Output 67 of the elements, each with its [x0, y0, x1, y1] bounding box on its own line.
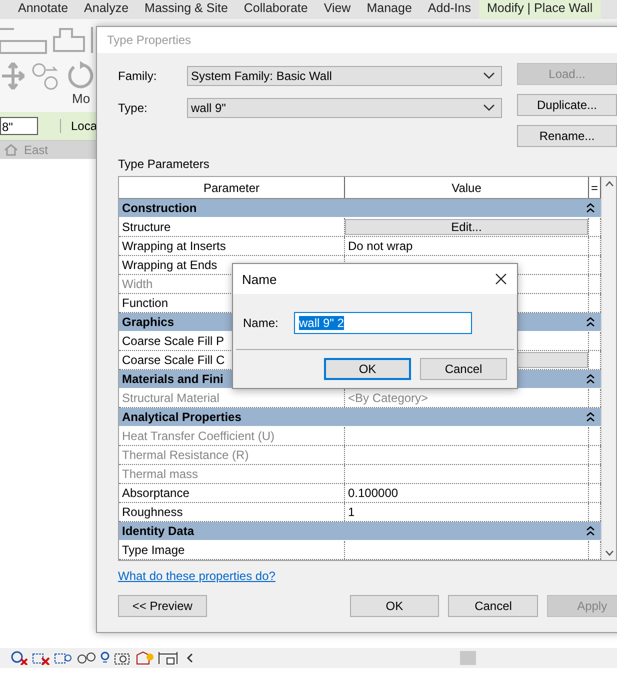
- group-name: Analytical Properties: [122, 410, 242, 424]
- ribbon-tab[interactable]: Annotate: [10, 0, 76, 19]
- filter-icon[interactable]: [32, 651, 50, 665]
- panel-label: Mo: [72, 91, 90, 106]
- collapse-icon[interactable]: [586, 526, 596, 536]
- table-cell: Thermal Resistance (R): [119, 446, 345, 464]
- link-icon[interactable]: [54, 651, 72, 665]
- ribbon-tab[interactable]: Collaborate: [236, 0, 316, 19]
- building-icon[interactable]: [136, 651, 154, 665]
- ribbon-tab[interactable]: View: [316, 0, 359, 19]
- group-name: Materials and Fini: [122, 372, 224, 386]
- group-name: Construction: [122, 201, 197, 215]
- collapse-icon[interactable]: [586, 317, 596, 327]
- close-icon[interactable]: [495, 273, 507, 285]
- table-cell-text: Do not wrap: [347, 239, 413, 253]
- group-name: Graphics: [122, 315, 174, 329]
- dialog-button[interactable]: OK: [350, 595, 440, 617]
- preview-button[interactable]: << Preview: [118, 595, 207, 617]
- table-cell: Type Image: [119, 541, 345, 559]
- camera-icon[interactable]: [114, 651, 132, 665]
- table-cell-text: 0.100000: [347, 486, 398, 500]
- glasses-icon[interactable]: [76, 651, 96, 665]
- table-cell: Roughness: [119, 503, 345, 521]
- house-icon: [4, 144, 18, 156]
- group-header[interactable]: Construction: [119, 199, 602, 218]
- ribbon-tab[interactable]: Manage: [358, 0, 420, 19]
- table-cell: Heat Transfer Coefficient (U): [119, 427, 345, 445]
- scrollbar[interactable]: [601, 177, 616, 560]
- collapse-icon[interactable]: [586, 374, 596, 384]
- dialog-button[interactable]: Rename...: [517, 125, 617, 147]
- dialog-button[interactable]: Cancel: [420, 358, 507, 380]
- table-cell: Wrapping at Inserts: [119, 237, 345, 255]
- column-header[interactable]: Parameter: [119, 177, 345, 198]
- input-field[interactable]: 8": [0, 117, 38, 135]
- table-cell-text: 1: [347, 505, 355, 519]
- field-label: Name:: [243, 316, 280, 330]
- ribbon-tab[interactable]: Modify | Place Wall: [479, 0, 601, 19]
- help-link[interactable]: What do these properties do?: [118, 569, 276, 583]
- collapse-icon[interactable]: [586, 203, 596, 213]
- collapse-icon[interactable]: [586, 412, 596, 422]
- group-header[interactable]: Identity Data: [119, 522, 602, 541]
- dialog-button[interactable]: Duplicate...: [517, 94, 617, 116]
- table-cell: Thermal mass: [119, 465, 345, 483]
- group-header[interactable]: Analytical Properties: [119, 408, 602, 427]
- scroll-thumb[interactable]: [460, 651, 476, 665]
- field-label: Family:: [118, 69, 158, 83]
- name-input-field[interactable]: wall 9" 2: [294, 312, 472, 334]
- dropdown-field[interactable]: System Family: Basic Wall: [187, 66, 502, 86]
- dialog-button[interactable]: Cancel: [448, 595, 538, 617]
- table-cell: Absorptance: [119, 484, 345, 502]
- dropdown-field[interactable]: wall 9": [187, 98, 502, 118]
- ribbon-tab[interactable]: Add-Ins: [420, 0, 479, 19]
- value-button[interactable]: Edit...: [345, 219, 588, 235]
- view-tab-label: East: [24, 143, 48, 157]
- table-cell-text: <By Category>: [347, 391, 428, 405]
- dialog-button[interactable]: OK: [324, 358, 411, 380]
- ribbon-tab[interactable]: Analyze: [76, 0, 137, 19]
- scroll-down-icon[interactable]: [604, 550, 614, 556]
- selection-icon[interactable]: [10, 651, 28, 665]
- bulb-icon[interactable]: [100, 651, 110, 665]
- field-label: Type:: [118, 101, 148, 115]
- scroll-up-icon[interactable]: [604, 181, 614, 187]
- ribbon-tab[interactable]: Massing & Site: [136, 0, 236, 19]
- dialog-title: Type Properties: [107, 33, 192, 47]
- column-header[interactable]: Value: [345, 177, 589, 198]
- group-name: Identity Data: [122, 524, 194, 538]
- section-label: Type Parameters: [118, 157, 210, 171]
